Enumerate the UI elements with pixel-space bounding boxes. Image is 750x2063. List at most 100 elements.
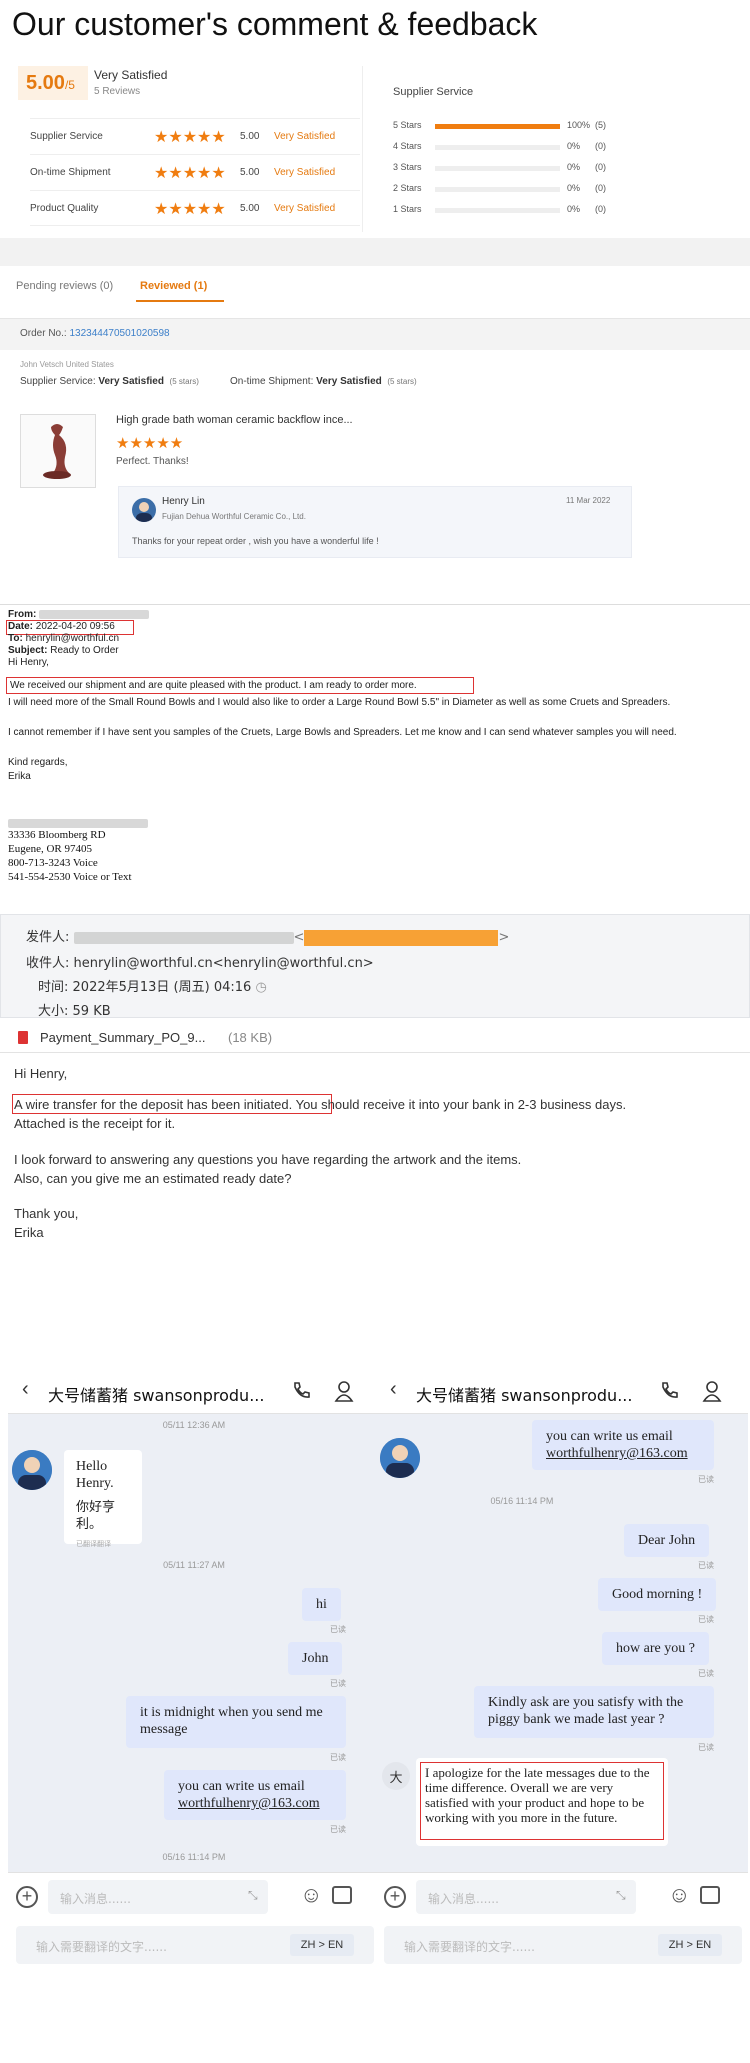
read-receipt: 已读 (698, 1615, 714, 1624)
breakdown-bar (435, 166, 560, 171)
divider (0, 1052, 750, 1053)
read-receipt: 已读 (698, 1475, 714, 1484)
phone-icon[interactable] (290, 1380, 312, 1407)
email-from: From: (8, 609, 150, 620)
tab-reviewed[interactable]: Reviewed (1) (140, 280, 207, 292)
order-number: Order No.: 132344470501020598 (20, 328, 170, 339)
message-input[interactable]: 输入消息...... (416, 1880, 636, 1914)
active-tab-indicator (136, 300, 224, 302)
breakdown-bar (435, 187, 560, 192)
order-number-link[interactable]: 132344470501020598 (69, 328, 169, 339)
phone-icon[interactable] (658, 1380, 680, 1407)
avatar[interactable]: 大 (382, 1762, 410, 1790)
overall-score: 5.00/5 (18, 66, 88, 100)
image-icon[interactable] (332, 1886, 352, 1904)
divider (0, 238, 750, 266)
expand-icon[interactable]: ⤡ (248, 1888, 258, 1903)
back-arrow-icon[interactable]: ‹ (390, 1378, 397, 1401)
star-rating-icon: ★★★★★ (154, 129, 226, 146)
read-receipt: 已读 (330, 1679, 346, 1688)
message-incoming: I apologize for the late messages due to… (416, 1758, 668, 1846)
timestamp: 05/16 11:14 PM (162, 1852, 226, 1862)
clock-icon: ◷ (255, 980, 267, 995)
breakdown-label: 4 Stars (393, 141, 422, 151)
email2-time: 时间: 2022年5月13日 (周五) 04:16 ◷ (38, 980, 267, 995)
ontime-shipment-rating: On-time Shipment: Very Satisfied (5 star… (230, 376, 417, 387)
breakdown-label: 5 Stars (393, 120, 422, 130)
user-icon[interactable] (334, 1380, 354, 1407)
breakdown-percent: 0% (567, 162, 581, 172)
message-outgoing: Kindly ask are you satisfy with the pigg… (474, 1686, 714, 1738)
image-icon[interactable] (700, 1886, 720, 1904)
email2-from: 发件人: < > (26, 929, 510, 946)
user-icon[interactable] (702, 1380, 722, 1407)
breakdown-title: Supplier Service (393, 86, 474, 98)
star-rating-icon: ★★★★★ (154, 201, 226, 218)
message-outgoing: how are you ? (602, 1632, 709, 1665)
message-outgoing: John (288, 1642, 343, 1675)
message-outgoing: Good morning ! (598, 1578, 717, 1611)
breakdown-percent: 0% (567, 141, 581, 151)
email2-line-4: Also, can you give me an estimated ready… (14, 1171, 292, 1186)
read-receipt: 已读 (698, 1743, 714, 1752)
breakdown-label: 2 Stars (393, 183, 422, 193)
email2-size: 大小: 59 KB (38, 1004, 111, 1019)
message-translation: 你好亨利。 已翻译翻译 (64, 1490, 142, 1548)
breakdown-count: (5) (595, 120, 606, 130)
avatar[interactable] (380, 1438, 420, 1478)
emoji-icon[interactable]: ☺ (668, 1882, 690, 1908)
breakdown-percent: 0% (567, 204, 581, 214)
breakdown-count: (0) (595, 204, 606, 214)
address-line: 33336 Bloomberg RD (8, 829, 106, 841)
language-toggle[interactable]: ZH > EN (658, 1934, 722, 1956)
breakdown-bar (435, 145, 560, 150)
read-receipt: 已读 (330, 1625, 346, 1634)
email-regards: Kind regards, (8, 757, 68, 768)
phone-line: 541-554-2530 Voice or Text (8, 871, 132, 883)
reviews-count: 5 Reviews (94, 86, 141, 97)
message-outgoing: Dear John (624, 1524, 710, 1557)
email2-line-3: I look forward to answering any question… (14, 1152, 522, 1167)
pdf-icon (18, 1031, 28, 1044)
add-icon[interactable]: + (384, 1886, 406, 1908)
avatar (132, 498, 156, 522)
breakdown-percent: 100% (567, 120, 591, 130)
email-to: To: henrylin@worthful.cn (8, 633, 120, 644)
breakdown-count: (0) (595, 183, 606, 193)
back-arrow-icon[interactable]: ‹ (22, 1378, 29, 1401)
message-input[interactable]: 输入消息...... (48, 1880, 268, 1914)
reply-name: Henry Lin (162, 496, 205, 507)
star-rating-icon: ★★★★★ (154, 165, 226, 182)
recipient-link[interactable]: henrylin@worthful.cn<henrylin@worthful.c… (74, 956, 374, 971)
rating-breakdown-row: 4 Stars 0% (0) (393, 139, 623, 155)
page-title: Our customer's comment & feedback (12, 6, 538, 42)
language-toggle[interactable]: ZH > EN (290, 1934, 354, 1956)
attachment-name[interactable]: Payment_Summary_PO_9... (40, 1030, 205, 1045)
email-date: Date: 2022-04-20 09:56 (8, 621, 115, 632)
email2-greeting: Hi Henry, (14, 1066, 68, 1081)
breakdown-bar (435, 124, 560, 129)
message-outgoing: it is midnight when you send me message (126, 1696, 346, 1748)
message-outgoing: hi (302, 1588, 341, 1621)
overall-summary: Very Satisfied (94, 68, 168, 82)
highlight-box: I apologize for the late messages due to… (420, 1762, 664, 1840)
message-outgoing: you can write us email worthfulhenry@163.… (532, 1420, 714, 1470)
avatar[interactable] (12, 1450, 52, 1490)
email-signature-name: Erika (8, 771, 31, 782)
product-title[interactable]: High grade bath woman ceramic backflow i… (116, 414, 353, 426)
breakdown-count: (0) (595, 162, 606, 172)
chat-window-left: ‹ 大号储蓄猪 swansonprodu... 05/11 12:36 AM H… (8, 1368, 380, 1992)
email2-thanks: Thank you, (14, 1206, 79, 1221)
expand-icon[interactable]: ⤡ (616, 1888, 626, 1903)
rating-breakdown-row: 3 Stars 0% (0) (393, 160, 623, 176)
chat-window-right: ‹ 大号储蓄猪 swansonprodu... you can write us… (376, 1368, 748, 1992)
tab-pending-reviews[interactable]: Pending reviews (0) (16, 280, 113, 292)
attachment-size: (18 KB) (228, 1030, 273, 1045)
read-receipt: 已读 (330, 1825, 346, 1834)
breakdown-bar-fill (435, 124, 560, 129)
message-outgoing: you can write us email worthfulhenry@163.… (164, 1770, 346, 1820)
email-line-2: I will need more of the Small Round Bowl… (8, 697, 671, 708)
product-image[interactable] (20, 414, 96, 488)
add-icon[interactable]: + (16, 1886, 38, 1908)
emoji-icon[interactable]: ☺ (300, 1882, 322, 1908)
